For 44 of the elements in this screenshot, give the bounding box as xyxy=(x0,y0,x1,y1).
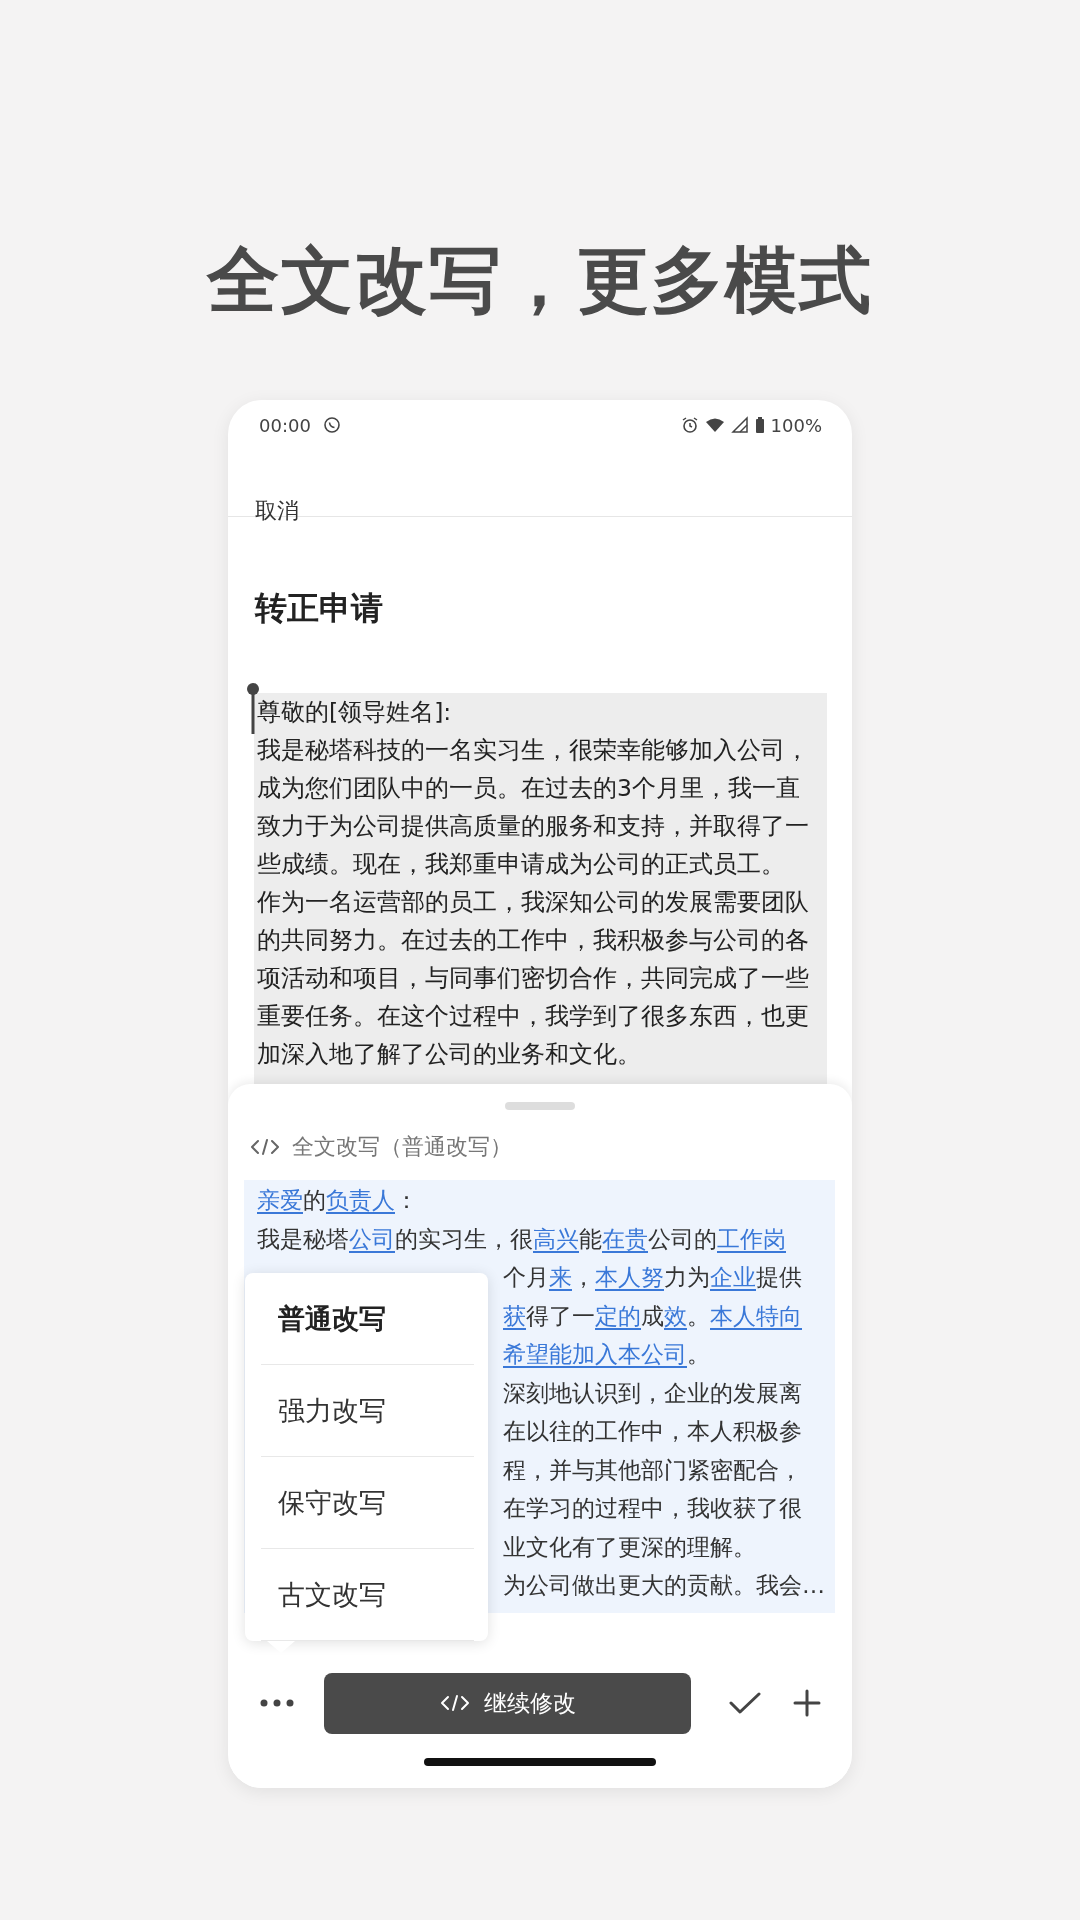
code-icon xyxy=(250,1137,280,1157)
code-icon xyxy=(439,1693,470,1713)
signal-icon xyxy=(730,416,749,434)
menu-item[interactable]: 保守改写 xyxy=(261,1457,474,1549)
rewritten-text-line: 深刻地认识到，企业的发展离 xyxy=(503,1378,802,1408)
continue-edit-button[interactable]: 继续修改 xyxy=(324,1672,691,1734)
rewritten-text-line: 亲爱的负责人： xyxy=(257,1186,418,1215)
rewritten-text-line: 获得了一定的成效。本人特向 xyxy=(503,1301,802,1331)
menu-item[interactable]: 强力改写 xyxy=(261,1365,474,1457)
cancel-button[interactable]: 取消 xyxy=(255,500,299,522)
document-text-line: 重要任务。在这个过程中，我学到了很多东西，也更 xyxy=(257,1001,810,1032)
drag-handle[interactable] xyxy=(505,1102,575,1110)
rewritten-text-line: 在学习的过程中，我收获了很 xyxy=(503,1494,802,1523)
headline: 全文改写，更多模式 xyxy=(207,237,873,324)
sheet-title: 全文改写（普通改写） xyxy=(292,1133,512,1161)
document-text-line: 加深入地了解了公司的业务和文化。 xyxy=(257,1039,642,1070)
home-indicator[interactable] xyxy=(424,1757,656,1766)
document-text-line: 致力于为公司提供高质量的服务和支持，并取得了一 xyxy=(257,811,810,842)
rewritten-text-line: 在以往的工作中，本人积极参 xyxy=(503,1417,802,1446)
menu-item[interactable]: 古文改写 xyxy=(261,1549,474,1641)
wifi-icon xyxy=(704,417,725,433)
rewritten-text-line: 为公司做出更大的贡献。我会… xyxy=(503,1571,825,1600)
chat-icon xyxy=(322,416,341,434)
document-text-line: 尊敬的[领导姓名]: xyxy=(257,697,453,728)
document-text-line: 的共同努力。在过去的工作中，我积极参与公司的各 xyxy=(257,925,810,956)
add-icon[interactable] xyxy=(793,1689,821,1717)
menu-item[interactable]: 普通改写 xyxy=(261,1273,474,1365)
rewritten-text-line: 个月 来，本人努力为企业提供 xyxy=(503,1263,802,1292)
battery-icon xyxy=(754,416,765,434)
rewritten-text-line: 我是秘塔公司 的实习生，很高兴能在贵公司的工作岗 xyxy=(257,1224,786,1254)
status-time: 00:00 xyxy=(259,414,311,436)
rewritten-text-line: 程，并与其他部门紧密配合， xyxy=(503,1455,802,1485)
document-text-line: 我是秘塔科技的一名实习生，很荣幸能够加入公司， xyxy=(257,735,810,766)
battery-percent: 100% xyxy=(770,414,822,436)
more-icon[interactable] xyxy=(260,1699,294,1707)
document-text-line: 些成绩。现在，我郑重申请成为公司的正式员工。 xyxy=(257,849,786,880)
alarm-icon xyxy=(680,416,699,434)
rewritten-text-line: 希望能加入本公司。 xyxy=(503,1340,710,1369)
document-title: 转正申请 xyxy=(253,588,384,628)
document-text-line: 作为一名运营部的员工，我深知公司的发展需要团队 xyxy=(257,887,810,918)
document-text-line: 成为您们团队中的一员。在过去的3个月里，我一直 xyxy=(257,773,801,804)
check-icon[interactable] xyxy=(729,1691,761,1715)
rewritten-text-line: 业文化有了更深的理解。 xyxy=(503,1532,756,1562)
document-text-line: 项活动和项目，与同事们密切合作，共同完成了一些 xyxy=(257,963,810,994)
